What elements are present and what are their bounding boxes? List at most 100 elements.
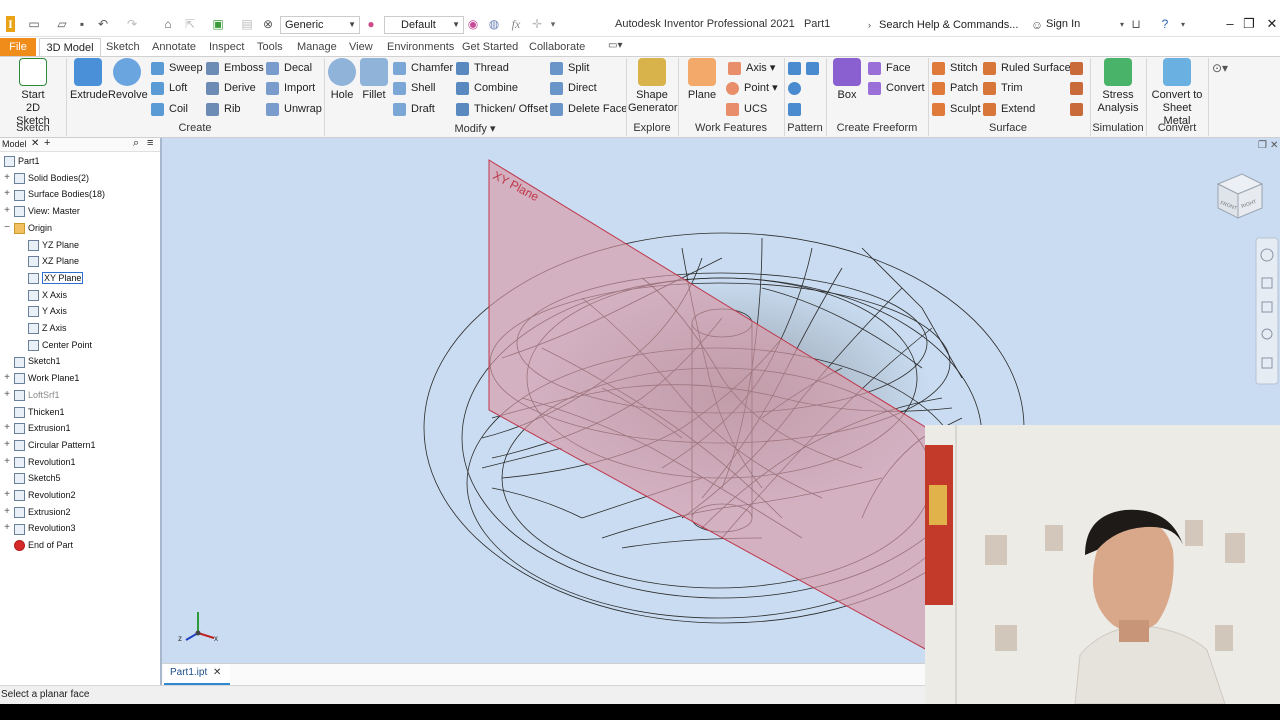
tree-expander[interactable]: + bbox=[2, 370, 12, 386]
tree-expander[interactable]: + bbox=[2, 454, 12, 470]
document-tab[interactable]: Part1.ipt ✕ bbox=[164, 664, 230, 685]
help-menu-icon[interactable]: ▾ bbox=[1176, 17, 1190, 31]
repair-surface-button[interactable] bbox=[1070, 80, 1088, 96]
hole-button[interactable]: Hole bbox=[327, 58, 357, 102]
convert-freeform-button[interactable]: Convert bbox=[868, 80, 925, 96]
home-icon[interactable]: ⌂ bbox=[161, 17, 175, 31]
update-icon[interactable]: ▣ bbox=[211, 17, 225, 31]
tree-item[interactable]: Solid Bodies(2) bbox=[14, 170, 89, 186]
tree-expander[interactable]: + bbox=[2, 504, 12, 520]
extend-button[interactable]: Extend bbox=[983, 101, 1035, 117]
tab-options-icon[interactable]: ▭▾ bbox=[608, 40, 622, 51]
tree-item[interactable]: End of Part bbox=[14, 537, 73, 553]
rectangular-pattern-button[interactable] bbox=[788, 60, 806, 76]
tree-expander[interactable]: + bbox=[2, 186, 12, 202]
circular-pattern-button[interactable] bbox=[788, 80, 806, 96]
viewport-close-icon[interactable]: ✕ bbox=[1270, 140, 1278, 151]
convert-sheet-metal-button[interactable]: Convert to Sheet Metal bbox=[1148, 58, 1206, 128]
select-icon[interactable]: ⇱ bbox=[183, 17, 197, 31]
delete-surface-button[interactable] bbox=[1070, 60, 1088, 76]
ucs-button[interactable]: UCS bbox=[726, 101, 767, 117]
emboss-button[interactable]: Emboss bbox=[206, 60, 264, 76]
tree-expander[interactable]: + bbox=[2, 387, 12, 403]
tree-item[interactable]: X Axis bbox=[28, 287, 67, 303]
color-wheel-icon[interactable]: ● bbox=[364, 17, 378, 31]
cart-icon[interactable]: ⊔ bbox=[1129, 17, 1143, 31]
tree-item[interactable]: YZ Plane bbox=[28, 237, 79, 253]
box-button[interactable]: Box bbox=[832, 58, 862, 102]
browser-add-icon[interactable]: + bbox=[44, 137, 50, 149]
split-button[interactable]: Split bbox=[550, 60, 589, 76]
tab-manage[interactable]: Manage bbox=[297, 41, 337, 53]
mirror-button[interactable] bbox=[806, 60, 824, 76]
tree-item[interactable]: Circular Pattern1 bbox=[14, 437, 96, 453]
tree-item[interactable]: Origin bbox=[14, 220, 52, 236]
import-button[interactable]: Import bbox=[266, 80, 315, 96]
tree-expander[interactable]: + bbox=[2, 437, 12, 453]
thread-button[interactable]: Thread bbox=[456, 60, 509, 76]
tab-view[interactable]: View bbox=[349, 41, 373, 53]
chamfer-button[interactable]: Chamfer bbox=[393, 60, 453, 76]
tree-expander[interactable]: + bbox=[2, 170, 12, 186]
shell-button[interactable]: Shell bbox=[393, 80, 435, 96]
sketch-pattern-button[interactable] bbox=[788, 101, 806, 117]
tree-item[interactable]: Surface Bodies(18) bbox=[14, 186, 105, 202]
tree-item[interactable]: Revolution2 bbox=[14, 487, 76, 503]
unwrap-button[interactable]: Unwrap bbox=[266, 101, 322, 117]
tab-close-icon[interactable]: ✕ bbox=[213, 667, 221, 678]
material-icon[interactable]: ◉ bbox=[466, 17, 480, 31]
combine-button[interactable]: Combine bbox=[456, 80, 518, 96]
revolve-button[interactable]: Revolve bbox=[108, 58, 148, 102]
tree-item[interactable]: View: Master bbox=[14, 203, 80, 219]
minimize-button[interactable]: – bbox=[1221, 16, 1239, 31]
thicken-offset-button[interactable]: Thicken/ Offset bbox=[456, 101, 548, 117]
fx-icon[interactable]: fx bbox=[509, 17, 523, 31]
appearance-select[interactable]: Generic ▼ bbox=[280, 16, 360, 34]
tree-item[interactable]: Sketch1 bbox=[14, 353, 61, 369]
derive-button[interactable]: Derive bbox=[206, 80, 256, 96]
tree-expander[interactable]: + bbox=[2, 487, 12, 503]
tree-expander[interactable]: + bbox=[2, 203, 12, 219]
point-button[interactable]: Point ▾ bbox=[726, 80, 778, 96]
tab-3d-model[interactable]: 3D Model bbox=[39, 38, 101, 57]
stress-analysis-button[interactable]: Stress Analysis bbox=[1094, 58, 1142, 115]
tab-get-started[interactable]: Get Started bbox=[462, 41, 518, 53]
tree-item[interactable]: XZ Plane bbox=[28, 253, 79, 269]
patch-button[interactable]: Patch bbox=[932, 80, 978, 96]
shape-generator-button[interactable]: Shape Generator bbox=[628, 58, 678, 115]
tree-expander[interactable]: − bbox=[2, 220, 12, 236]
tab-collaborate[interactable]: Collaborate bbox=[529, 41, 585, 53]
trim-button[interactable]: Trim bbox=[983, 80, 1023, 96]
tab-tools[interactable]: Tools bbox=[257, 41, 283, 53]
group-label-modify[interactable]: Modify ▾ bbox=[324, 122, 626, 135]
delete-face-button[interactable]: Delete Face bbox=[550, 101, 627, 117]
sign-in-link[interactable]: Sign In bbox=[1046, 18, 1080, 30]
navigation-bar[interactable] bbox=[1255, 237, 1279, 385]
sculpt-button[interactable]: Sculpt bbox=[932, 101, 981, 117]
tab-file[interactable]: File bbox=[0, 38, 36, 56]
tree-item[interactable]: Extrusion1 bbox=[14, 420, 71, 436]
tree-expander[interactable]: + bbox=[2, 520, 12, 536]
search-input[interactable]: › Search Help & Commands... bbox=[866, 16, 1026, 34]
undo-icon[interactable]: ↶ bbox=[96, 17, 110, 31]
help-icon[interactable]: ? bbox=[1158, 17, 1172, 31]
chevron-down-icon[interactable]: ▾ bbox=[1115, 17, 1129, 31]
stitch-button[interactable]: Stitch bbox=[932, 60, 978, 76]
ribbon-options-icon[interactable]: ⊙▾ bbox=[1212, 60, 1228, 76]
adjust-icon[interactable]: ◍ bbox=[487, 17, 501, 31]
browser-close-icon[interactable]: ✕ bbox=[31, 138, 39, 149]
open-icon[interactable]: ▱ bbox=[55, 17, 69, 31]
tree-item[interactable]: Center Point bbox=[28, 337, 92, 353]
coil-button[interactable]: Coil bbox=[151, 101, 188, 117]
tree-item[interactable]: LoftSrf1 bbox=[14, 387, 60, 403]
save-icon[interactable]: ▪ bbox=[75, 17, 89, 31]
new-file-icon[interactable]: ▭ bbox=[27, 17, 41, 31]
browser-menu-icon[interactable]: ≡ bbox=[147, 137, 153, 149]
tree-item[interactable]: Revolution1 bbox=[14, 454, 76, 470]
tree-item[interactable]: Part1 bbox=[4, 153, 40, 169]
draft-button[interactable]: Draft bbox=[393, 101, 435, 117]
rib-button[interactable]: Rib bbox=[206, 101, 241, 117]
sweep-button[interactable]: Sweep bbox=[151, 60, 203, 76]
loft-button[interactable]: Loft bbox=[151, 80, 187, 96]
tree-item[interactable]: Sketch5 bbox=[14, 470, 61, 486]
